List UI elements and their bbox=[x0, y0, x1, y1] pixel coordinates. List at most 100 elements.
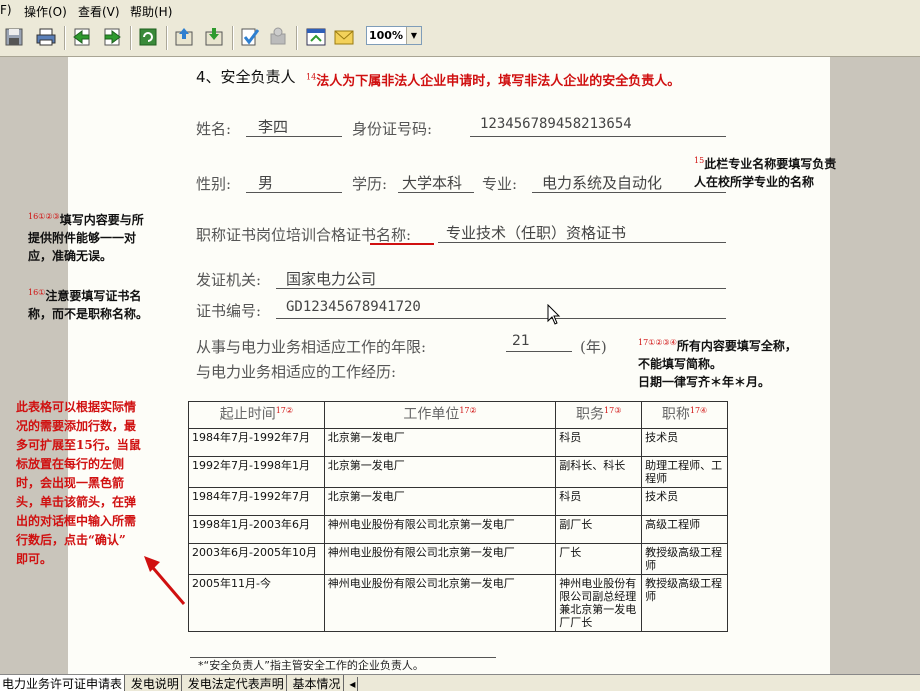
print-button[interactable] bbox=[34, 25, 58, 49]
tab-generation-description[interactable]: 发电说明 bbox=[129, 675, 182, 691]
zoom-select[interactable]: 100% ▼ bbox=[366, 26, 422, 45]
major-label: 专业: bbox=[482, 175, 518, 193]
cell-position[interactable]: 神州电业股份有限公司副总经理兼北京第一发电厂厂长 bbox=[555, 574, 643, 632]
previous-page-button[interactable] bbox=[70, 25, 94, 49]
cell-title[interactable]: 技术员 bbox=[641, 428, 728, 457]
import-icon bbox=[205, 28, 223, 46]
issuer-label: 发证机关: bbox=[196, 271, 262, 289]
back-arrow-icon bbox=[73, 28, 90, 46]
gender-label: 性别: bbox=[196, 175, 232, 193]
table-row[interactable]: 1984年7月-1992年7月 北京第一发电厂 科员 技术员 bbox=[188, 428, 728, 457]
cell-employer[interactable]: 北京第一发电厂 bbox=[323, 456, 557, 488]
years-unit: (年) bbox=[580, 338, 607, 356]
forward-arrow-icon bbox=[104, 28, 121, 46]
table-row[interactable]: 2003年6月-2005年10月 神州电业股份有限公司北京第一发电厂 厂长 教授… bbox=[188, 543, 728, 575]
next-page-button[interactable] bbox=[100, 25, 124, 49]
table-row[interactable]: 2005年11月-今 神州电业股份有限公司北京第一发电厂 神州电业股份有限公司副… bbox=[188, 574, 728, 632]
cell-employer[interactable]: 北京第一发电厂 bbox=[323, 487, 557, 516]
id-field[interactable]: 123456789458213654 bbox=[480, 116, 632, 132]
tab-license-application[interactable]: 电力业务许可证申请表 bbox=[0, 675, 126, 691]
education-label: 学历: bbox=[352, 175, 388, 193]
cell-position[interactable]: 科员 bbox=[555, 428, 643, 457]
cert-number-underline bbox=[276, 318, 726, 319]
window-button[interactable] bbox=[304, 25, 328, 49]
table-row[interactable]: 1992年7月-1998年1月 北京第一发电厂 副科长、科长 助理工程师、工程师 bbox=[188, 456, 728, 488]
refresh-button[interactable] bbox=[136, 25, 160, 49]
cell-title[interactable]: 技术员 bbox=[641, 487, 728, 516]
annotation-add-rows: 此表格可以根据实际情 况的需要添加行数，最 多可扩展至15行。当鼠 标放置在每行… bbox=[16, 400, 141, 566]
tab-basic-info[interactable]: 基本情况 bbox=[291, 675, 344, 691]
menu-view[interactable]: 查看(V) bbox=[78, 3, 120, 20]
validate-button[interactable] bbox=[238, 25, 262, 49]
cell-time[interactable]: 2005年11月-今 bbox=[188, 574, 325, 632]
menu-help[interactable]: 帮助(H) bbox=[130, 3, 172, 20]
cell-employer[interactable]: 神州电业股份有限公司北京第一发电厂 bbox=[323, 515, 557, 544]
cell-time[interactable]: 1984年7月-1992年7月 bbox=[188, 428, 325, 457]
years-underline bbox=[506, 351, 572, 352]
education-field[interactable]: 大学本科 bbox=[402, 172, 462, 193]
mail-button[interactable] bbox=[332, 25, 356, 49]
disabled-tool-button[interactable] bbox=[266, 25, 290, 49]
zoom-value: 100% bbox=[369, 29, 403, 42]
header-position: 职务17③ bbox=[555, 401, 643, 429]
section-title: 4、安全负责人 bbox=[196, 68, 296, 86]
export-icon bbox=[175, 28, 193, 46]
toolbar-separator bbox=[130, 26, 132, 50]
envelope-icon bbox=[334, 30, 354, 45]
years-label: 从事与电力业务相适应工作的年限: bbox=[196, 338, 427, 356]
cell-time[interactable]: 1984年7月-1992年7月 bbox=[188, 487, 325, 516]
cell-position[interactable]: 副厂长 bbox=[555, 515, 643, 544]
cert-number-label: 证书编号: bbox=[196, 302, 262, 320]
major-field[interactable]: 电力系统及自动化 bbox=[542, 172, 662, 193]
years-field[interactable]: 21 bbox=[512, 333, 530, 349]
cert-name-field[interactable]: 专业技术（任职）资格证书 bbox=[446, 222, 626, 243]
cell-title[interactable]: 教授级高级工程师 bbox=[641, 543, 728, 575]
menu-file[interactable]: F) bbox=[0, 3, 12, 17]
import-button[interactable] bbox=[202, 25, 226, 49]
cert-name-underline bbox=[438, 242, 726, 243]
tool-icon bbox=[270, 27, 286, 45]
cell-time[interactable]: 1998年1月-2003年6月 bbox=[188, 515, 325, 544]
work-history-table: 起止时间17② 工作单位17② 职务17③ 职称17④ 1984年7月-1992… bbox=[188, 401, 728, 632]
toolbar-separator bbox=[64, 26, 66, 50]
save-button[interactable] bbox=[2, 25, 26, 49]
table-row[interactable]: 1984年7月-1992年7月 北京第一发电厂 科员 技术员 bbox=[188, 487, 728, 516]
toolbar bbox=[0, 20, 920, 57]
table-row[interactable]: 1998年1月-2003年6月 神州电业股份有限公司北京第一发电厂 副厂长 高级… bbox=[188, 515, 728, 544]
arrow-icon bbox=[144, 556, 186, 605]
name-field[interactable]: 李四 bbox=[258, 116, 288, 137]
toolbar-separator bbox=[296, 26, 298, 50]
save-icon bbox=[5, 28, 23, 46]
issuer-field[interactable]: 国家电力公司 bbox=[286, 268, 376, 289]
annotation-full-name: 17①②③④所有内容要填写全称， 不能填写简称。 日期一律写齐＊年＊月。 bbox=[638, 338, 797, 389]
chevron-down-icon[interactable]: ▼ bbox=[406, 27, 421, 44]
window-icon bbox=[306, 28, 326, 46]
cert-number-field[interactable]: GD12345678941720 bbox=[286, 299, 421, 315]
annotation-cert-name: 16①注意要填写证书名 称，而不是职称名称。 bbox=[28, 288, 149, 321]
issuer-underline bbox=[276, 288, 726, 289]
checkmark-icon bbox=[241, 28, 260, 46]
tab-legal-representative[interactable]: 发电法定代表声明 bbox=[186, 675, 287, 691]
cell-title[interactable]: 助理工程师、工程师 bbox=[641, 456, 728, 488]
cell-employer[interactable]: 神州电业股份有限公司北京第一发电厂 bbox=[323, 543, 557, 575]
tab-scroll-icon[interactable]: ◂ bbox=[347, 677, 359, 691]
name-underline bbox=[246, 136, 342, 137]
gender-field[interactable]: 男 bbox=[258, 172, 273, 193]
id-underline bbox=[470, 136, 726, 137]
cell-position[interactable]: 副科长、科长 bbox=[555, 456, 643, 488]
cell-employer[interactable]: 北京第一发电厂 bbox=[323, 428, 557, 457]
mouse-cursor-icon bbox=[547, 304, 561, 325]
cell-position[interactable]: 科员 bbox=[555, 487, 643, 516]
cell-title[interactable]: 教授级高级工程师 bbox=[641, 574, 728, 632]
cell-time[interactable]: 2003年6月-2005年10月 bbox=[188, 543, 325, 575]
printer-icon bbox=[36, 28, 56, 46]
cell-time[interactable]: 1992年7月-1998年1月 bbox=[188, 456, 325, 488]
cell-title[interactable]: 高级工程师 bbox=[641, 515, 728, 544]
menu-operate[interactable]: 操作(O) bbox=[24, 3, 67, 20]
annotation-major: 15此栏专业名称要填写负责 人在校所学专业的名称 bbox=[694, 156, 837, 189]
cell-position[interactable]: 厂长 bbox=[555, 543, 643, 575]
id-label: 身份证号码: bbox=[352, 120, 433, 138]
menu-bar: F) 操作(O) 查看(V) 帮助(H) bbox=[0, 0, 920, 21]
cell-employer[interactable]: 神州电业股份有限公司北京第一发电厂 bbox=[323, 574, 557, 632]
export-button[interactable] bbox=[172, 25, 196, 49]
